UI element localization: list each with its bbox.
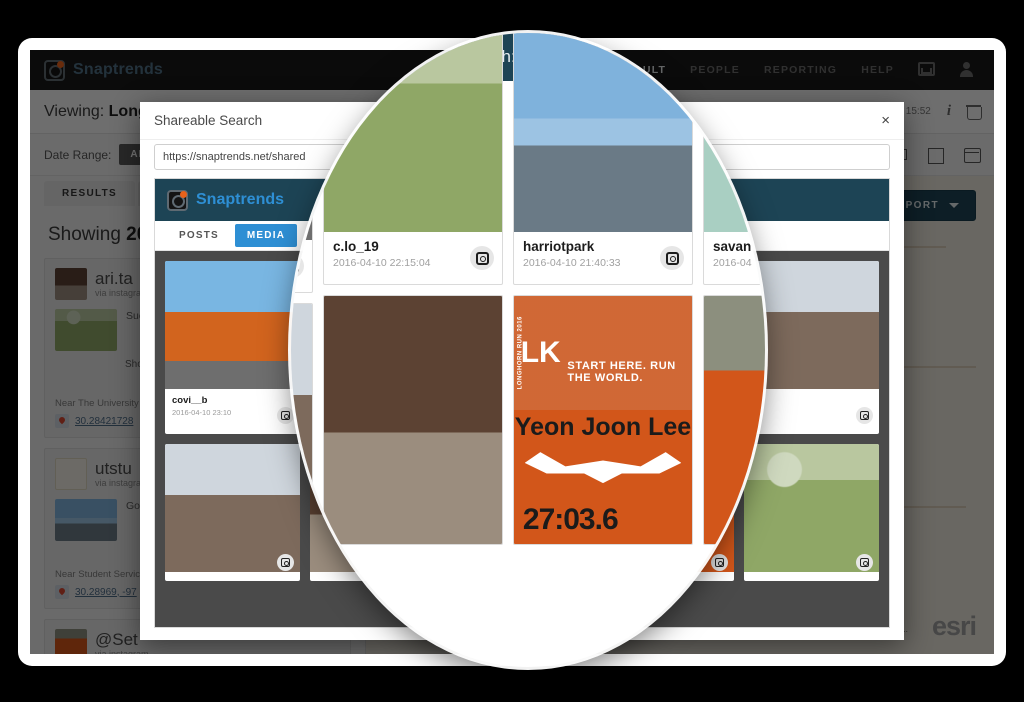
viewing-prefix: Viewing:: [44, 102, 105, 120]
post-thumbnail: [55, 499, 117, 541]
nav-item-reporting[interactable]: REPORTING: [764, 50, 837, 90]
media-thumbnail: [704, 296, 765, 544]
embed-tab-posts[interactable]: POSTS: [167, 224, 231, 247]
snaptrends-logo-icon: [44, 59, 65, 81]
map-pin-icon: [55, 414, 69, 428]
media-date: 2016-04-10 23:10: [172, 408, 232, 417]
instagram-icon: [856, 407, 873, 424]
media-thumbnail: [514, 33, 692, 232]
user-avatar-icon[interactable]: [960, 62, 978, 78]
avatar: [55, 629, 87, 654]
media-date: 2016-04: [713, 257, 752, 269]
media-card[interactable]: [165, 444, 300, 581]
bib-tagline: START HERE. RUN THE WORLD.: [567, 360, 676, 385]
snaptrends-logo-icon: [167, 189, 188, 211]
embed-tab-media[interactable]: MEDIA: [234, 224, 298, 247]
media-thumbnail: [165, 261, 300, 389]
bib-finish-time: 27:03.6: [522, 502, 619, 536]
media-card[interactable]: [291, 303, 313, 533]
media-username: c.lo_19: [333, 239, 379, 254]
media-thumbnail: [704, 33, 765, 232]
media-thumbnail: [165, 444, 300, 572]
media-date: 2016-04-10 21:40:33: [523, 257, 621, 269]
bib-logo: LK: [520, 336, 561, 370]
magnifier-lens: Shared Search: Longhorn - Austi... covi_…: [291, 33, 765, 667]
longhorn-icon: [524, 452, 682, 484]
media-card[interactable]: savan 2016-04: [703, 33, 765, 285]
close-icon[interactable]: ×: [881, 113, 890, 128]
media-card[interactable]: covi__b 2016-04-10 23:10: [165, 261, 300, 434]
instagram-icon: [660, 246, 684, 270]
media-card[interactable]: c.lo_19 2016-04-10 22:15:04: [323, 33, 503, 285]
media-card[interactable]: [703, 295, 765, 545]
media-username: savan: [713, 239, 752, 254]
bib-runner-name: Yeon Joon Lee: [514, 412, 692, 441]
modal-title: Shareable Search: [154, 113, 263, 128]
media-username: covi__b: [172, 395, 208, 406]
trash-icon[interactable]: [966, 104, 982, 120]
showing-prefix: Showing: [48, 224, 127, 245]
instagram-icon: [470, 246, 494, 270]
media-thumbnail: [324, 33, 502, 232]
inbox-icon[interactable]: [918, 62, 936, 78]
filter-bar-tools: [892, 147, 981, 164]
magnifier-content: Shared Search: Longhorn - Austi... covi_…: [291, 33, 765, 667]
media-card[interactable]: covi__b 2016-04-10 23:10: [291, 85, 313, 293]
media-meta: savan 2016-04: [704, 232, 765, 276]
instagram-icon: [856, 554, 873, 571]
coordinate-text: 30.28969, -97: [75, 586, 137, 598]
esri-logo: esri: [931, 611, 977, 641]
media-username: harriotpark: [523, 239, 595, 254]
embed-brand-name: Snaptrends: [196, 191, 285, 208]
longhorn-run-bib: LONGHORN RUN 2016 LK START HERE. RUN THE…: [514, 296, 692, 544]
avatar: [55, 458, 87, 490]
magnified-media-grid: covi__b 2016-04-10 23:10 c.lo_19 2016-04…: [291, 33, 765, 545]
tab-results[interactable]: RESULTS: [44, 181, 136, 206]
date-range-label: Date Range:: [44, 147, 112, 162]
media-date: 2016-04-10 22:15:04: [333, 257, 431, 269]
brand[interactable]: Snaptrends: [30, 59, 280, 81]
media-card[interactable]: [323, 295, 503, 545]
coordinate-text: 30.28421728: [75, 415, 134, 427]
media-card-longhorn-run[interactable]: LONGHORN RUN 2016 LK START HERE. RUN THE…: [513, 295, 693, 545]
chevron-down-icon: [949, 203, 959, 208]
post-source: via instagram: [95, 648, 149, 654]
book-tool-icon[interactable]: [928, 147, 944, 164]
media-card[interactable]: harriotpark 2016-04-10 21:40:33: [513, 33, 693, 285]
media-thumbnail: [324, 296, 502, 544]
media-thumbnail: [291, 86, 312, 240]
map-pin-icon: [55, 585, 69, 599]
media-thumbnail: [291, 304, 312, 532]
screenshot-stage: Snaptrends TRENDS MAPPING VAULT PEOPLE R…: [0, 0, 1024, 702]
nav-item-help[interactable]: HELP: [861, 50, 894, 90]
avatar: [55, 268, 87, 300]
post-thumbnail: [55, 309, 117, 351]
window-tool-icon[interactable]: [964, 147, 981, 163]
brand-name: Snaptrends: [73, 61, 164, 78]
info-icon[interactable]: i: [947, 103, 951, 120]
